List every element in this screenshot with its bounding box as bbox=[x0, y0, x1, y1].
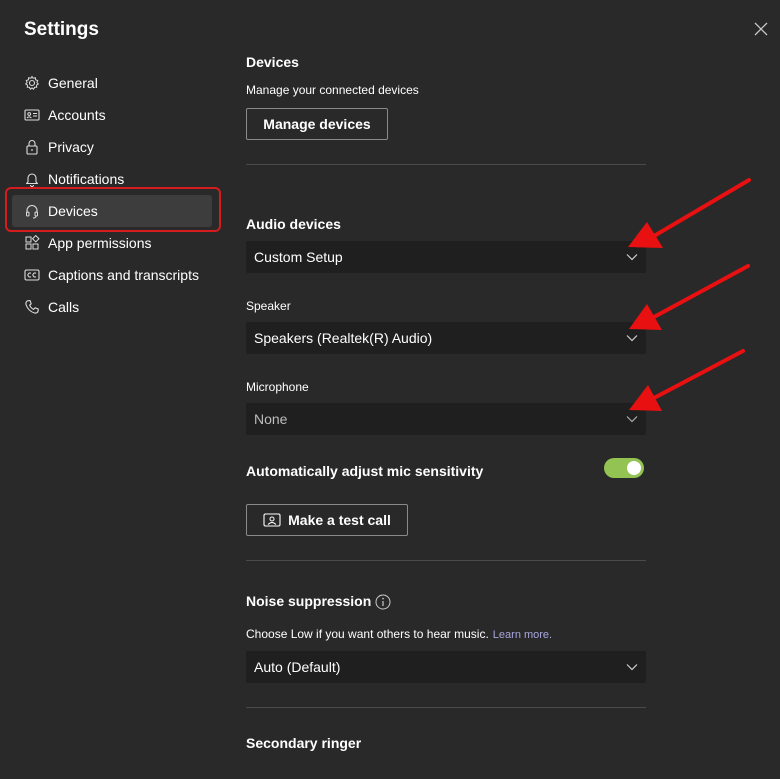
annotation-arrow bbox=[629, 349, 745, 411]
toggle-knob bbox=[627, 461, 641, 475]
sidebar-item-accounts[interactable]: Accounts bbox=[12, 99, 212, 131]
sidebar-item-privacy[interactable]: Privacy bbox=[12, 131, 212, 163]
speaker-select[interactable]: Speakers (Realtek(R) Audio) bbox=[246, 322, 646, 354]
sidebar-item-notifications[interactable]: Notifications bbox=[12, 163, 212, 195]
id-card-icon bbox=[23, 106, 41, 124]
settings-title: Settings bbox=[24, 19, 99, 40]
sidebar-item-label: Accounts bbox=[48, 107, 106, 123]
make-test-call-label: Make a test call bbox=[288, 512, 391, 528]
close-icon bbox=[754, 22, 768, 36]
divider bbox=[246, 707, 646, 708]
devices-heading: Devices bbox=[246, 54, 299, 70]
make-test-call-button[interactable]: Make a test call bbox=[246, 504, 408, 536]
audio-devices-select[interactable]: Custom Setup bbox=[246, 241, 646, 273]
headset-icon bbox=[23, 202, 41, 220]
chevron-down-icon bbox=[626, 664, 638, 671]
sidebar-item-captions[interactable]: Captions and transcripts bbox=[12, 259, 212, 291]
divider bbox=[246, 560, 646, 561]
sidebar-item-label: Privacy bbox=[48, 139, 94, 155]
settings-sidebar: General Accounts Privacy Notifications D… bbox=[12, 67, 212, 323]
noise-suppression-select[interactable]: Auto (Default) bbox=[246, 651, 646, 683]
info-icon[interactable] bbox=[375, 594, 391, 610]
chevron-down-icon bbox=[626, 254, 638, 261]
annotation-arrow bbox=[628, 178, 751, 248]
gear-icon bbox=[23, 74, 41, 92]
chevron-down-icon bbox=[626, 335, 638, 342]
sidebar-item-devices[interactable]: Devices bbox=[12, 195, 212, 227]
sidebar-item-label: Captions and transcripts bbox=[48, 267, 199, 283]
bell-icon bbox=[23, 170, 41, 188]
audio-devices-heading: Audio devices bbox=[246, 216, 341, 232]
manage-devices-button[interactable]: Manage devices bbox=[246, 108, 388, 140]
sidebar-item-general[interactable]: General bbox=[12, 67, 212, 99]
secondary-ringer-heading: Secondary ringer bbox=[246, 735, 362, 751]
learn-more-link[interactable]: Learn more. bbox=[493, 629, 552, 641]
divider bbox=[246, 164, 646, 165]
audio-devices-value: Custom Setup bbox=[254, 249, 343, 265]
sidebar-item-label: General bbox=[48, 75, 98, 91]
auto-adjust-mic-toggle[interactable] bbox=[604, 458, 644, 478]
test-call-icon bbox=[263, 513, 281, 527]
speaker-value: Speakers (Realtek(R) Audio) bbox=[254, 330, 433, 346]
close-button[interactable] bbox=[750, 18, 772, 40]
sidebar-item-calls[interactable]: Calls bbox=[12, 291, 212, 323]
microphone-value: None bbox=[254, 411, 288, 427]
microphone-select[interactable]: None bbox=[246, 403, 646, 435]
sidebar-item-app-permissions[interactable]: App permissions bbox=[12, 227, 212, 259]
noise-suppression-value: Auto (Default) bbox=[254, 659, 341, 675]
phone-icon bbox=[23, 298, 41, 316]
noise-suppression-heading: Noise suppression bbox=[246, 593, 372, 609]
cc-icon bbox=[23, 266, 41, 284]
app-grid-icon bbox=[23, 234, 41, 252]
sidebar-item-label: App permissions bbox=[48, 235, 152, 251]
sidebar-item-label: Notifications bbox=[48, 171, 125, 187]
auto-adjust-mic-label: Automatically adjust mic sensitivity bbox=[246, 463, 484, 479]
sidebar-item-label: Devices bbox=[48, 203, 98, 219]
devices-description: Manage your connected devices bbox=[246, 83, 419, 97]
annotation-arrow bbox=[629, 264, 750, 330]
microphone-label: Microphone bbox=[246, 380, 309, 394]
sidebar-item-label: Calls bbox=[48, 299, 80, 315]
chevron-down-icon bbox=[626, 416, 638, 423]
speaker-label: Speaker bbox=[246, 299, 291, 313]
noise-description-text: Choose Low if you want others to hear mu… bbox=[246, 627, 489, 641]
lock-icon bbox=[23, 138, 41, 156]
noise-suppression-description: Choose Low if you want others to hear mu… bbox=[246, 627, 552, 641]
